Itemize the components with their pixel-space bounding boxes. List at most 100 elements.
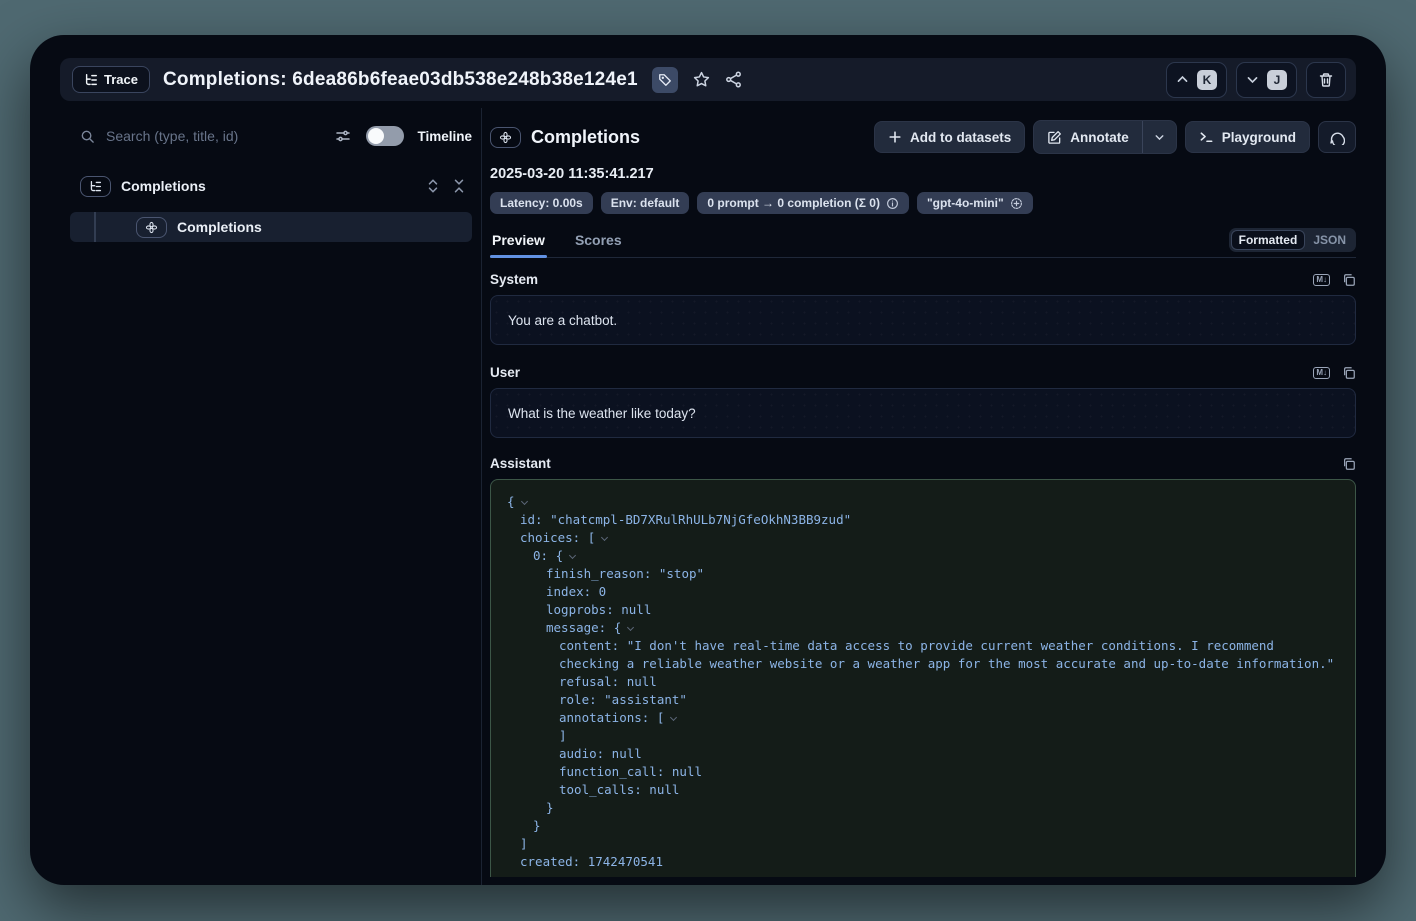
metadata-badges: Latency: 0.00s Env: default 0 prompt → 0 c… — [490, 192, 1356, 214]
markdown-toggle-icon[interactable]: M↓ — [1313, 274, 1330, 286]
json-code-line: } — [507, 799, 1339, 817]
json-code-line: logprobs: null — [507, 601, 1339, 619]
system-message-text: You are a chatbot. — [508, 313, 617, 328]
system-section-header: System M↓ — [490, 272, 1356, 287]
json-code-line: choices: [ — [507, 529, 1339, 547]
observation-header: Completions Add to datasets — [490, 120, 1356, 154]
list-tree-icon — [84, 73, 98, 87]
comments-button[interactable] — [1318, 121, 1356, 153]
user-message-text: What is the weather like today? — [508, 406, 696, 421]
json-code-line: id: "chatcmpl-BD7XRulRhULb7NjGfeOkhN3BB9… — [507, 511, 1339, 529]
filter-sliders-icon[interactable] — [335, 128, 351, 144]
add-to-datasets-button[interactable]: Add to datasets — [874, 121, 1025, 153]
json-code-line: tool_calls: null — [507, 781, 1339, 799]
user-section-header: User M↓ — [490, 365, 1356, 380]
annotate-split-button: Annotate — [1033, 120, 1177, 154]
comment-bubble-icon — [1329, 129, 1345, 145]
tree-indent-guide — [94, 212, 96, 242]
copy-icon[interactable] — [1342, 457, 1356, 471]
search-input[interactable] — [106, 128, 324, 144]
metadata-badge: Env: default — [601, 192, 690, 214]
pencil-square-icon — [1047, 130, 1062, 145]
collapse-all-icon[interactable] — [452, 179, 466, 193]
trace-root-label: Completions — [121, 178, 206, 194]
json-code-line: message: { — [507, 619, 1339, 637]
json-code-line: role: "assistant" — [507, 691, 1339, 709]
sidebar-item-trace-root[interactable]: Completions — [60, 172, 472, 200]
generation-fan-icon — [490, 127, 521, 148]
sidebar-item-generation[interactable]: Completions — [70, 212, 472, 242]
metadata-badge: Latency: 0.00s — [490, 192, 593, 214]
collapse-chevron-icon[interactable] — [601, 534, 608, 541]
trace-type-badge: Trace — [72, 66, 150, 93]
copy-icon[interactable] — [1342, 366, 1356, 380]
format-toggle-json[interactable]: JSON — [1305, 230, 1354, 250]
user-label: User — [490, 365, 520, 380]
list-tree-icon — [80, 176, 111, 197]
sidebar-search-row: Timeline — [60, 120, 472, 152]
detail-tabs: Preview Scores Formatted JSON — [490, 228, 1356, 258]
system-label: System — [490, 272, 538, 287]
json-code-line: } — [507, 817, 1339, 835]
json-code-line: created: 1742470541 — [507, 853, 1339, 871]
generation-item-label: Completions — [177, 219, 262, 235]
json-code-line: refusal: null — [507, 673, 1339, 691]
json-code-line: content: "I don't have real-time data ac… — [507, 637, 1339, 673]
observation-timestamp: 2025-03-20 11:35:41.217 — [490, 166, 1356, 182]
assistant-json-viewer[interactable]: {id: "chatcmpl-BD7XRulRhULb7NjGfeOkhN3BB… — [490, 479, 1356, 877]
tag-icon — [658, 73, 672, 87]
prev-trace-button[interactable]: K — [1166, 62, 1227, 98]
collapse-chevron-icon[interactable] — [569, 552, 576, 559]
collapse-chevron-icon[interactable] — [520, 498, 527, 505]
json-code-line: audio: null — [507, 745, 1339, 763]
assistant-section-header: Assistant — [490, 456, 1356, 471]
expand-all-icon[interactable] — [426, 179, 440, 193]
trace-title: Completions: 6dea86b6feae03db538e248b38e… — [163, 69, 638, 91]
observation-title: Completions — [531, 127, 640, 148]
trace-sidebar: Timeline Completions — [60, 120, 472, 242]
timeline-toggle-label: Timeline — [417, 129, 472, 144]
collapse-chevron-icon[interactable] — [670, 714, 677, 721]
trace-badge-label: Trace — [104, 72, 138, 87]
share-button[interactable] — [725, 71, 742, 88]
tag-button[interactable] — [652, 67, 678, 93]
json-code-line: 0: { — [507, 547, 1339, 565]
app-window: Trace Completions: 6dea86b6feae03db538e2… — [30, 35, 1386, 885]
copy-icon[interactable] — [1342, 273, 1356, 287]
star-button[interactable] — [693, 71, 710, 88]
annotate-button[interactable]: Annotate — [1034, 121, 1142, 153]
json-code-line: ] — [507, 835, 1339, 853]
timeline-toggle[interactable] — [366, 126, 404, 146]
tab-preview[interactable]: Preview — [490, 228, 547, 257]
user-message-box: What is the weather like today? — [490, 388, 1356, 438]
assistant-label: Assistant — [490, 456, 551, 471]
markdown-toggle-icon[interactable]: M↓ — [1313, 367, 1330, 379]
collapse-chevron-icon[interactable] — [627, 624, 634, 631]
terminal-icon — [1199, 130, 1214, 145]
keyboard-shortcut-k: K — [1197, 70, 1217, 90]
metadata-badge: 0 prompt → 0 completion (Σ 0) — [697, 192, 909, 214]
annotate-dropdown-button[interactable] — [1142, 121, 1176, 153]
format-toggle: Formatted JSON — [1229, 228, 1356, 252]
tab-scores[interactable]: Scores — [573, 228, 624, 257]
plus-icon — [888, 130, 902, 144]
observation-detail-panel: Completions Add to datasets — [490, 120, 1356, 877]
next-trace-button[interactable]: J — [1236, 62, 1297, 98]
format-toggle-formatted[interactable]: Formatted — [1231, 230, 1306, 250]
chevron-up-icon — [1176, 73, 1189, 86]
json-code-line: { — [507, 493, 1339, 511]
circle-plus-icon — [1010, 197, 1023, 210]
sidebar-divider — [481, 108, 482, 885]
delete-trace-button[interactable] — [1306, 62, 1346, 98]
trace-title-bar: Trace Completions: 6dea86b6feae03db538e2… — [60, 58, 1356, 101]
generation-fan-icon — [136, 217, 167, 238]
json-code-line: finish_reason: "stop" — [507, 565, 1339, 583]
json-code-line: annotations: [ — [507, 709, 1339, 727]
search-icon — [80, 129, 95, 144]
system-message-box: You are a chatbot. — [490, 295, 1356, 345]
playground-button[interactable]: Playground — [1185, 121, 1310, 153]
json-code-line: function_call: null — [507, 763, 1339, 781]
json-code-line: ] — [507, 727, 1339, 745]
json-code-line: index: 0 — [507, 583, 1339, 601]
keyboard-shortcut-j: J — [1267, 70, 1287, 90]
